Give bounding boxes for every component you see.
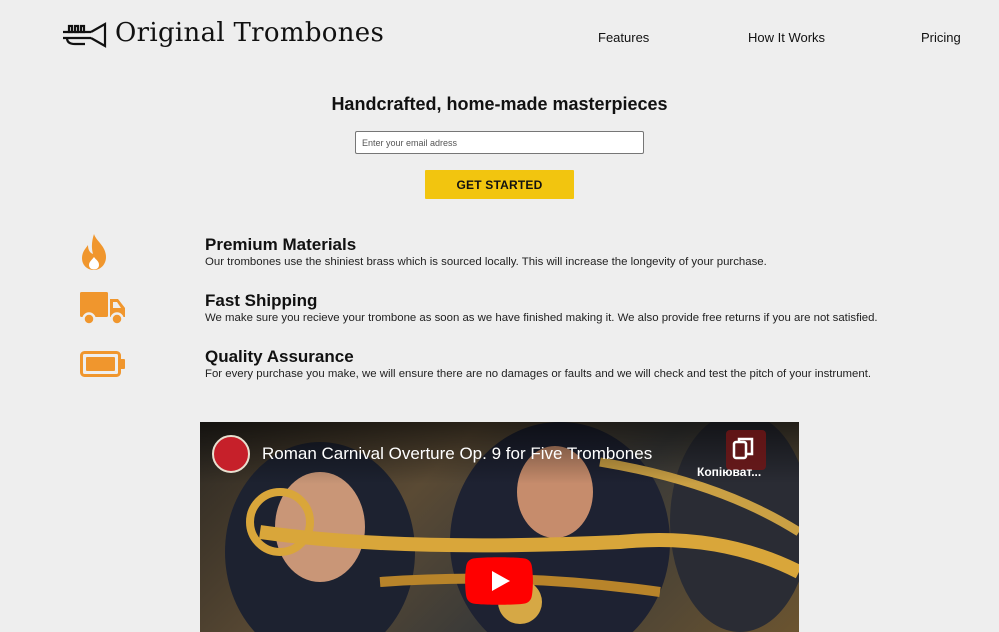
feature-description: Our trombones use the shiniest brass whi… [205, 256, 767, 268]
battery-icon [80, 351, 125, 377]
fire-icon [82, 234, 106, 270]
nav-link-how-it-works[interactable]: How It Works [748, 30, 825, 45]
hero-title: Handcrafted, home-made masterpieces [331, 94, 668, 114]
nav-link-pricing[interactable]: Pricing [921, 30, 961, 45]
truck-icon [80, 292, 125, 326]
copy-link-icon[interactable] [726, 430, 766, 470]
main-nav: Features How It Works Pricing [0, 30, 999, 46]
feature-title: Quality Assurance [205, 347, 354, 366]
get-started-button[interactable]: GET STARTED [425, 170, 574, 199]
video-title[interactable]: Roman Carnival Overture Op. 9 for Five T… [262, 444, 652, 464]
nav-link-features[interactable]: Features [598, 30, 649, 45]
channel-avatar[interactable] [212, 435, 250, 473]
landing-page: Original Trombones Features How It Works… [0, 0, 999, 632]
feature-description: We make sure you recieve your trombone a… [205, 312, 878, 324]
feature-title: Premium Materials [205, 235, 357, 254]
video-player[interactable]: Roman Carnival Overture Op. 9 for Five T… [200, 422, 799, 632]
play-icon[interactable] [465, 557, 533, 605]
email-input[interactable] [355, 131, 644, 154]
feature-description: For every purchase you make, we will ens… [205, 368, 872, 380]
feature-title: Fast Shipping [205, 291, 318, 310]
copy-link-label[interactable]: Копіюват... [697, 465, 761, 479]
